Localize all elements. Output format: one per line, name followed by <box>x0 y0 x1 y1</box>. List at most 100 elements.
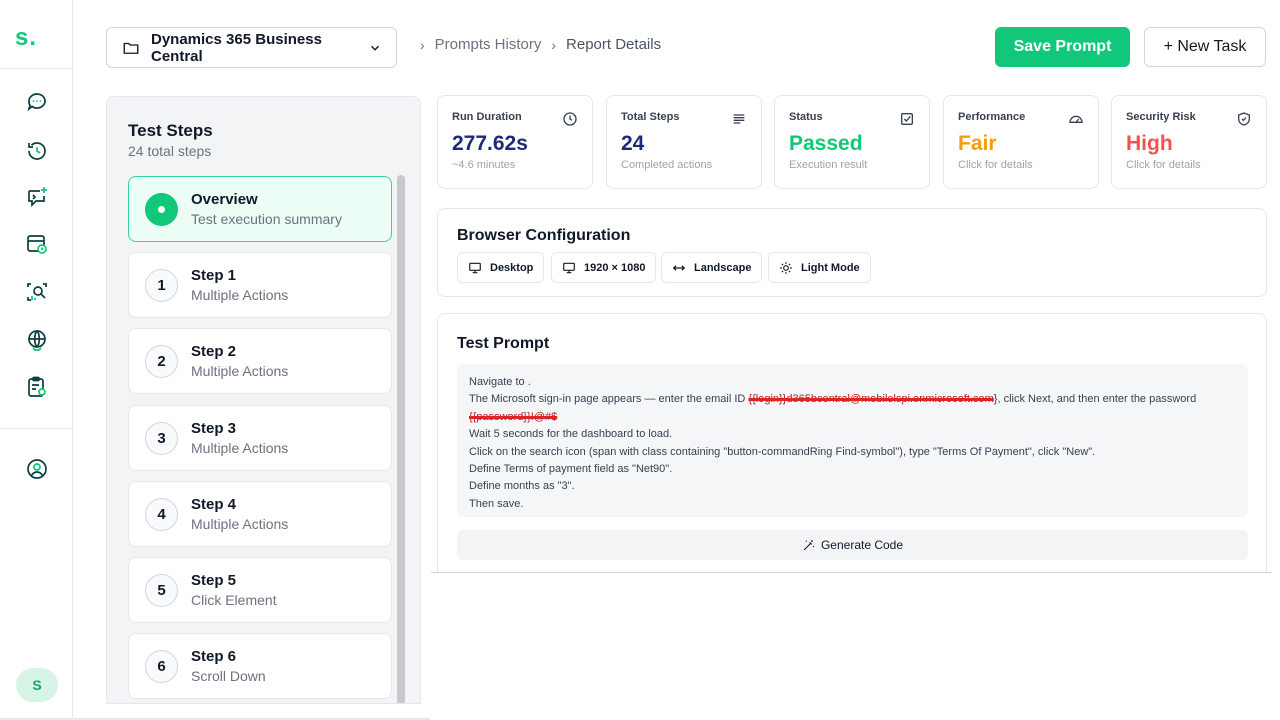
sun-icon <box>780 261 792 274</box>
step-item[interactable]: 3 Step 3 Multiple Actions <box>128 405 392 471</box>
step-desc: Multiple Actions <box>191 287 289 303</box>
sidebar-item-globe[interactable] <box>24 327 50 353</box>
generate-code-button[interactable]: Generate Code <box>457 530 1248 560</box>
monitor-icon <box>469 262 481 273</box>
stat-label: Status <box>789 111 823 123</box>
globe-icon <box>28 330 46 351</box>
step-number: 4 <box>145 497 178 531</box>
step-number: 3 <box>145 421 178 455</box>
sidebar-item-profile[interactable] <box>24 456 50 482</box>
step-active-indicator <box>145 192 178 226</box>
chip-resolution: 1920 × 1080 <box>551 252 657 283</box>
step-desc: Multiple Actions <box>191 363 289 379</box>
gauge-icon <box>1069 115 1083 123</box>
stat-sub: Execution result <box>789 159 868 171</box>
stat-label: Performance <box>958 111 1026 123</box>
prompt-line: Navigate to . <box>469 376 531 388</box>
sidebar-item-history[interactable] <box>24 138 50 164</box>
stat-value: Fair <box>958 132 997 155</box>
browser-config-title: Browser Configuration <box>457 227 631 244</box>
chip-orientation: Landscape <box>661 252 763 283</box>
steps-title: Test Steps <box>128 121 213 140</box>
save-prompt-button[interactable]: Save Prompt <box>995 27 1130 67</box>
chevron-right-icon: › <box>420 36 425 53</box>
prompt-line: Click on the search icon (span with clas… <box>469 445 1096 458</box>
chip-desktop: Desktop <box>457 252 545 283</box>
sidebar-item-clipboard[interactable] <box>24 374 50 400</box>
test-prompt-title: Test Prompt <box>457 335 550 352</box>
step-item[interactable]: 6 Step 6 Scroll Down <box>128 633 392 699</box>
step-number: 6 <box>145 649 178 683</box>
steps-scrollbar[interactable] <box>397 175 405 703</box>
new-chat-icon <box>28 187 47 208</box>
stat-label: Total Steps <box>621 111 680 123</box>
stat-value: 277.62s <box>452 132 528 155</box>
test-prompt-card: Test Prompt Navigate to . The Microsoft … <box>437 313 1267 573</box>
sidebar-item-new-chat[interactable] <box>24 184 50 210</box>
step-number: 2 <box>145 344 178 378</box>
step-item[interactable]: 2 Step 2 Multiple Actions <box>128 328 392 394</box>
step-desc: Click Element <box>191 592 277 608</box>
clock-icon <box>563 112 577 126</box>
stat-sub: Click for details <box>1126 159 1201 171</box>
checkbox-icon <box>901 113 913 125</box>
stat-label: Run Duration <box>452 111 522 123</box>
test-steps-panel: Test Steps 24 total steps Overview Test … <box>106 96 421 704</box>
breadcrumb: › Prompts History › Report Details <box>420 36 661 53</box>
step-item[interactable]: 5 Step 5 Click Element <box>128 557 392 623</box>
browser-config-card: Browser Configuration Desktop 1920 × 108… <box>437 208 1267 297</box>
clipboard-settings-icon <box>28 376 46 397</box>
prompt-text: The Microsoft sign-in page appears — ent… <box>469 393 749 406</box>
stat-sub: ~4.6 minutes <box>452 159 516 171</box>
project-select[interactable]: Dynamics 365 Business Central <box>106 27 397 68</box>
chip-label: Light Mode <box>801 261 860 274</box>
app-logo[interactable]: s. <box>15 24 37 52</box>
step-desc: Multiple Actions <box>191 516 289 532</box>
stat-sub: Completed actions <box>621 159 713 171</box>
chip-theme: Light Mode <box>768 252 871 283</box>
history-icon <box>28 142 46 160</box>
step-name: Step 2 <box>191 343 237 360</box>
sidebar: s. S <box>0 0 73 720</box>
analytics-search-icon <box>27 283 47 301</box>
redacted-credential: {{login}}d365bcentral@mobilelspi.onmicro… <box>748 393 994 406</box>
step-desc: Scroll Down <box>191 668 266 684</box>
folder-icon <box>123 42 139 54</box>
sidebar-divider <box>0 428 72 429</box>
step-desc: Multiple Actions <box>191 440 289 456</box>
step-name: Step 4 <box>191 496 237 513</box>
monitor-icon <box>563 262 575 273</box>
step-item[interactable]: 1 Step 1 Multiple Actions <box>128 252 392 318</box>
chip-label: Desktop <box>490 261 534 274</box>
prompt-line: Wait 5 seconds for the dashboard to load… <box>469 428 673 441</box>
steps-subtitle: 24 total steps <box>128 143 212 159</box>
redacted-password: {{password}}!@#$ <box>469 410 558 423</box>
content-divider <box>431 572 1272 573</box>
user-avatar[interactable]: S <box>16 668 58 702</box>
stat-security-risk[interactable]: Security Risk High Click for details <box>1111 95 1267 189</box>
step-name: Step 5 <box>191 572 237 589</box>
breadcrumb-prompts-history[interactable]: Prompts History <box>435 36 542 53</box>
step-overview[interactable]: Overview Test execution summary <box>128 176 392 242</box>
step-item[interactable]: 4 Step 4 Multiple Actions <box>128 481 392 547</box>
sidebar-item-schedule[interactable] <box>24 231 50 257</box>
list-icon <box>733 114 745 124</box>
step-number: 5 <box>145 573 178 607</box>
new-task-button[interactable]: + New Task <box>1144 27 1266 67</box>
chevron-down-icon <box>370 45 380 51</box>
schedule-icon <box>27 235 47 254</box>
stat-performance[interactable]: Performance Fair Click for details <box>943 95 1099 189</box>
stat-status: Status Passed Execution result <box>774 95 930 189</box>
chevron-right-icon: › <box>551 36 557 53</box>
sidebar-item-chat[interactable] <box>24 89 50 115</box>
step-name: Step 3 <box>191 420 237 437</box>
arrows-horizontal-icon <box>672 264 686 271</box>
stat-value: 24 <box>621 132 645 155</box>
sidebar-item-analytics[interactable] <box>24 279 50 305</box>
step-name: Overview <box>191 191 258 208</box>
stat-sub: Click for details <box>958 159 1033 171</box>
stat-value: Passed <box>789 132 863 155</box>
project-select-label: Dynamics 365 Business Central <box>151 30 322 65</box>
step-number: 1 <box>145 268 178 302</box>
breadcrumb-report-details: Report Details <box>566 36 662 53</box>
